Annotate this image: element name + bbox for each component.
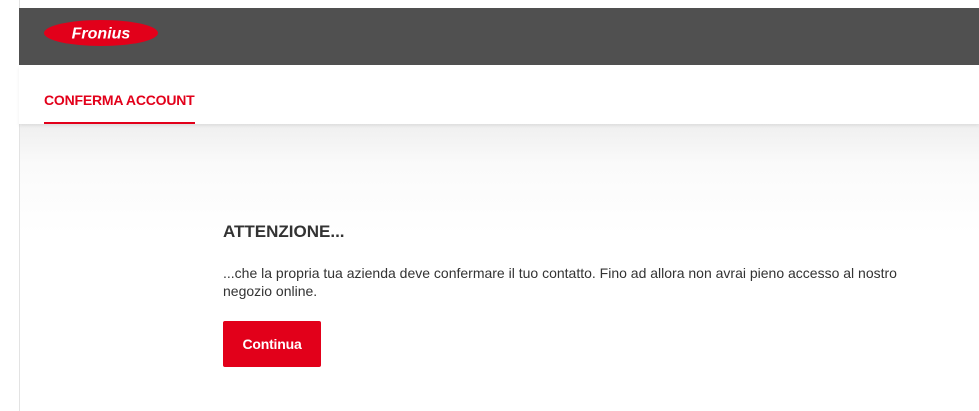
fronius-logo[interactable]: Fronius [43, 19, 159, 47]
tab-bar: CONFERMA ACCOUNT [19, 65, 979, 124]
tab-conferma-account[interactable]: CONFERMA ACCOUNT [44, 65, 195, 124]
top-header: Fronius [19, 8, 979, 65]
logo-text: Fronius [72, 26, 131, 43]
tab-label: CONFERMA ACCOUNT [44, 92, 195, 108]
info-message: ...che la propria tua azienda deve confe… [223, 265, 897, 299]
active-tab-indicator [44, 122, 195, 124]
continue-button[interactable]: Continua [223, 321, 321, 367]
page: Fronius CONFERMA ACCOUNT ATTENZIONE... .… [0, 0, 979, 411]
page-heading: ATTENZIONE... [223, 222, 345, 241]
main-content: ATTENZIONE... ...che la propria tua azie… [20, 124, 979, 411]
